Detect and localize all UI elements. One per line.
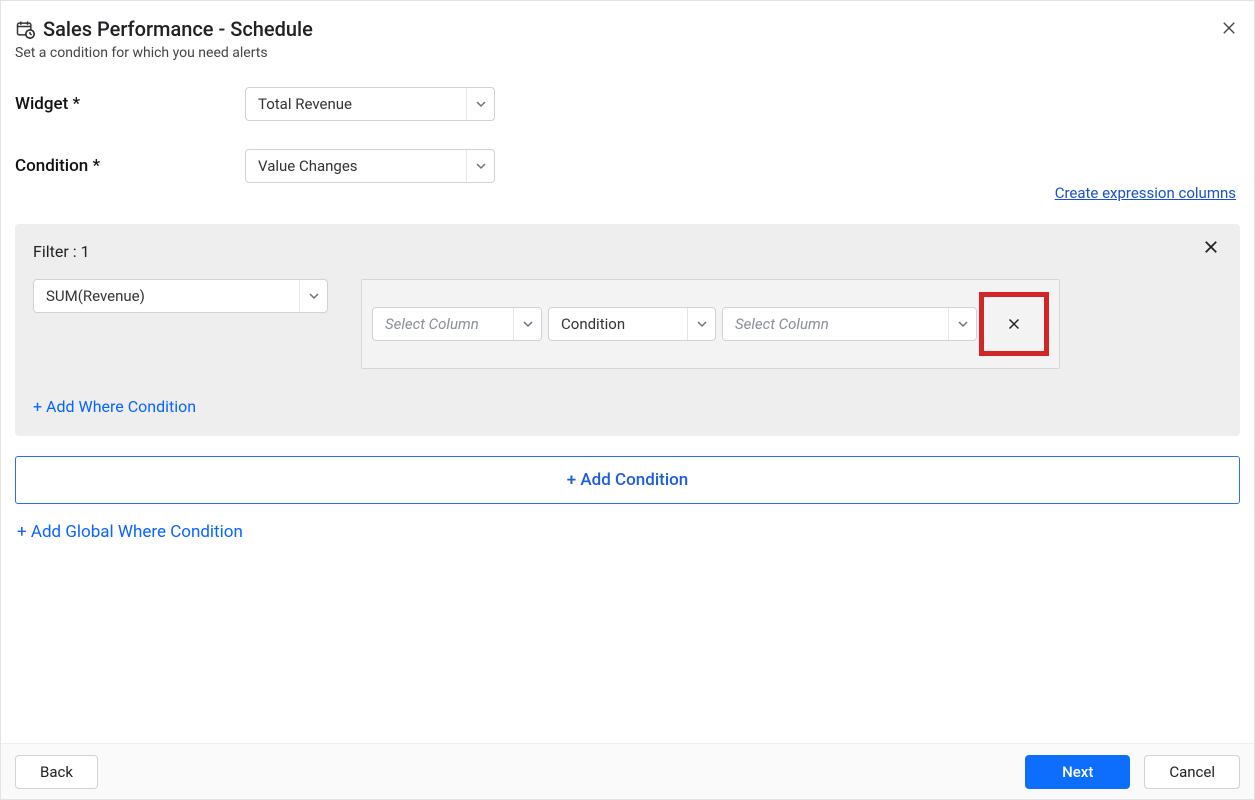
- dialog-header: Sales Performance - Schedule Set a condi…: [1, 1, 1254, 67]
- calendar-clock-icon: [15, 19, 35, 39]
- expression-link-row: Create expression columns: [1, 183, 1254, 206]
- remove-row-button[interactable]: [997, 307, 1031, 341]
- filter-right-column-select[interactable]: Select Column: [722, 307, 977, 341]
- chevron-down-icon[interactable]: [513, 308, 541, 340]
- filter-row: SUM(Revenue) Select Column: [33, 279, 1222, 369]
- condition-label: Condition *: [15, 156, 245, 176]
- widget-field-row: Widget * Total Revenue: [15, 87, 1240, 121]
- filter-operator-placeholder: Condition: [549, 308, 687, 340]
- chevron-down-icon[interactable]: [299, 280, 327, 312]
- form-area: Widget * Total Revenue Condition * Value…: [1, 67, 1254, 193]
- footer-right: Next Cancel: [1025, 755, 1240, 789]
- add-where-condition-link[interactable]: + Add Where Condition: [33, 397, 1222, 416]
- chevron-down-icon[interactable]: [687, 308, 715, 340]
- highlight-box: [979, 292, 1049, 356]
- chevron-down-icon[interactable]: [948, 308, 976, 340]
- filter-aggregate-select[interactable]: SUM(Revenue): [33, 279, 328, 313]
- filter-panel: Filter : 1 SUM(Revenue) Sel: [15, 224, 1240, 436]
- filter-close-button[interactable]: [1204, 238, 1218, 259]
- widget-label: Widget *: [15, 94, 245, 114]
- dialog-footer: Back Next Cancel: [1, 743, 1254, 799]
- chevron-down-icon[interactable]: [466, 150, 494, 182]
- title-row: Sales Performance - Schedule: [15, 17, 1236, 41]
- filter-left-column-placeholder: Select Column: [373, 308, 513, 340]
- filter-clause-group: Select Column Condition: [361, 279, 1060, 369]
- chevron-down-icon[interactable]: [466, 88, 494, 120]
- close-button[interactable]: [1222, 19, 1236, 40]
- close-icon: [1008, 315, 1020, 334]
- next-button[interactable]: Next: [1025, 755, 1130, 789]
- filter-aggregate-value: SUM(Revenue): [34, 280, 299, 312]
- add-global-where-link[interactable]: + Add Global Where Condition: [17, 522, 1254, 542]
- filter-aggregate-wrap: SUM(Revenue): [33, 279, 333, 313]
- condition-field-row: Condition * Value Changes: [15, 149, 1240, 183]
- widget-select-value: Total Revenue: [246, 88, 466, 120]
- cancel-button[interactable]: Cancel: [1144, 755, 1240, 789]
- condition-select[interactable]: Value Changes: [245, 149, 495, 183]
- schedule-dialog: Sales Performance - Schedule Set a condi…: [0, 0, 1255, 800]
- condition-select-value: Value Changes: [246, 150, 466, 182]
- widget-select[interactable]: Total Revenue: [245, 87, 495, 121]
- back-button[interactable]: Back: [15, 755, 98, 789]
- filter-operator-select[interactable]: Condition: [548, 307, 716, 341]
- dialog-subtitle: Set a condition for which you need alert…: [15, 45, 1236, 61]
- create-expression-link[interactable]: Create expression columns: [1055, 184, 1236, 202]
- dialog-title: Sales Performance - Schedule: [43, 17, 313, 41]
- add-condition-button[interactable]: + Add Condition: [15, 456, 1240, 504]
- filter-left-column-select[interactable]: Select Column: [372, 307, 542, 341]
- filter-title: Filter : 1: [33, 242, 1222, 261]
- filter-right-column-placeholder: Select Column: [723, 308, 948, 340]
